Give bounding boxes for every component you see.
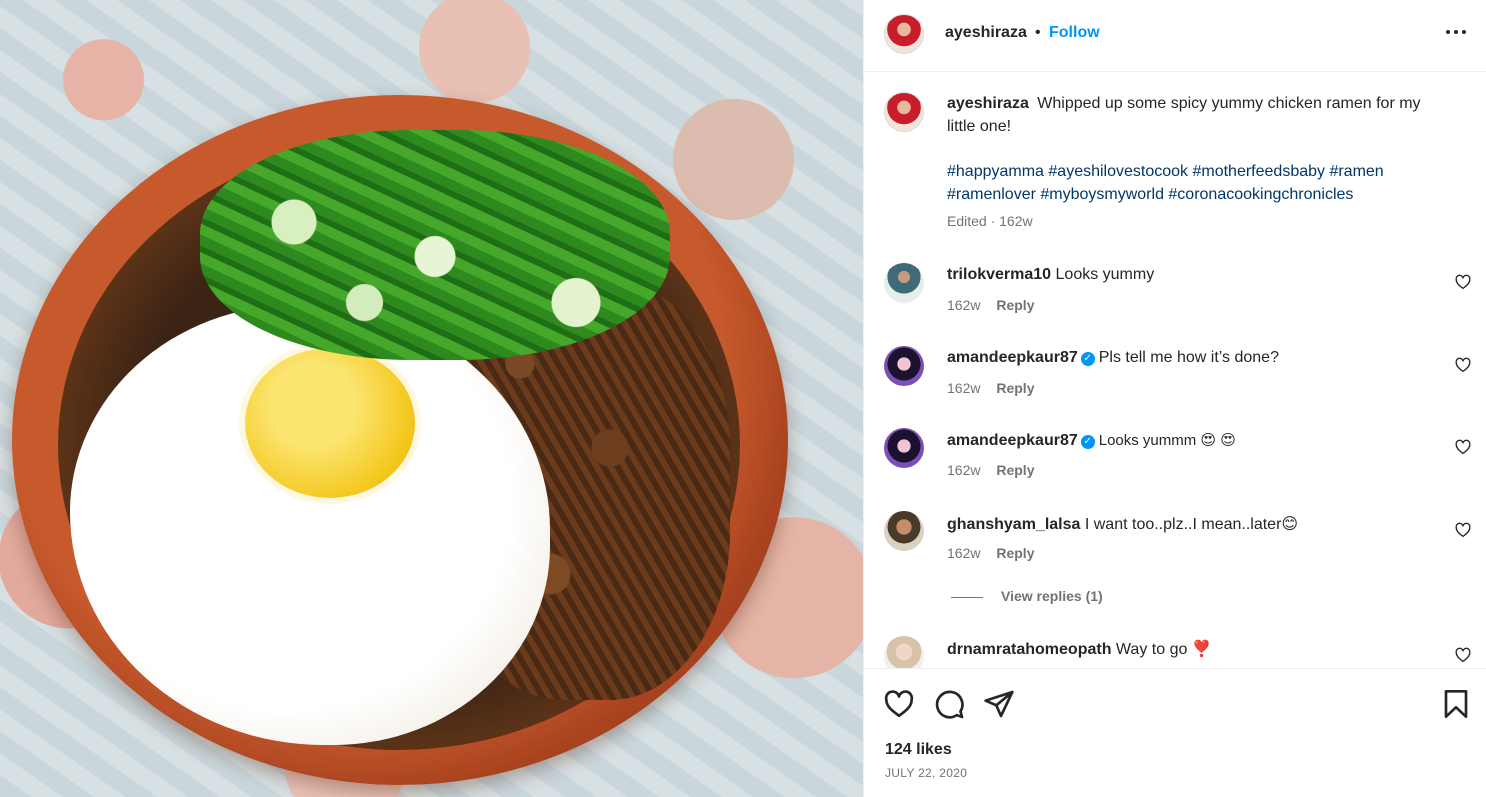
owner-avatar[interactable] (884, 14, 924, 54)
comment-like-icon[interactable] (1454, 356, 1472, 374)
likes-count[interactable]: 124 likes (885, 741, 952, 759)
scallions (200, 130, 670, 360)
comment-meta: 162w Reply (947, 380, 1034, 396)
bookmark-icon[interactable] (1440, 688, 1472, 720)
reply-button[interactable]: Reply (996, 545, 1034, 561)
view-replies-button[interactable]: View replies (1) (951, 588, 1103, 604)
comment-time: 162w (947, 297, 981, 313)
commenter-username[interactable]: ghanshyam_lalsa (947, 516, 1080, 533)
caption-username[interactable]: ayeshiraza (947, 95, 1029, 112)
commenter-avatar[interactable] (884, 428, 924, 468)
comment-item: ghanshyam_lalsa I want too..plz..I mean.… (864, 511, 1486, 581)
egg-yolk (245, 348, 415, 498)
post-date[interactable]: JULY 22, 2020 (885, 766, 967, 780)
view-replies-label: View replies (1) (1001, 588, 1103, 604)
comment-like-icon[interactable] (1454, 521, 1472, 539)
commenter-username[interactable]: amandeepkaur87 (947, 432, 1078, 449)
comment-text: Way to go ❣️ (1115, 641, 1212, 658)
verified-badge-icon: ✓ (1080, 435, 1095, 449)
comment-time: 162w (947, 462, 981, 478)
comment-body: ghanshyam_lalsa I want too..plz..I mean.… (947, 514, 1298, 534)
comment-like-icon[interactable] (1454, 646, 1472, 664)
comment-item: trilokverma10 Looks yummy 162w Reply (864, 263, 1486, 333)
separator-dot: • (1035, 24, 1041, 41)
comment-icon[interactable] (933, 688, 965, 720)
comment-body: drnamratahomeopath Way to go ❣️ (947, 639, 1212, 659)
heart-icon[interactable] (883, 688, 915, 720)
follow-button[interactable]: Follow (1049, 24, 1100, 42)
comment-item: amandeepkaur87 ✓ Pls tell me how it’s done… (864, 346, 1486, 416)
commenter-avatar[interactable] (884, 636, 924, 668)
caption-edited-time: Edited · 162w (947, 213, 1033, 229)
send-icon[interactable] (983, 688, 1015, 720)
comment-text: Looks yummy (1055, 266, 1155, 283)
verified-badge-icon: ✓ (1080, 352, 1095, 366)
divider (951, 596, 983, 598)
caption-hashtags[interactable]: #happyamma #ayeshilovestocook #motherfee… (947, 160, 1457, 206)
owner-username[interactable]: ayeshiraza (945, 24, 1027, 42)
comment-time: 162w (947, 380, 981, 396)
reply-button[interactable]: Reply (996, 462, 1034, 478)
comment-meta: 162w Reply (947, 462, 1034, 478)
comment-like-icon[interactable] (1454, 438, 1472, 456)
post-header: ayeshiraza • Follow (864, 0, 1486, 72)
comment-meta: 162w Reply (947, 545, 1034, 561)
comment-text: Pls tell me how it’s done? (1098, 349, 1279, 366)
more-horizontal-icon (1446, 30, 1450, 34)
comment-body: amandeepkaur87 ✓ Pls tell me how it’s done… (947, 349, 1279, 367)
comment-body: amandeepkaur87 ✓ Looks yummm 😍 😍 (947, 431, 1236, 450)
post-photo[interactable] (0, 0, 863, 797)
post-side-panel: ayeshiraza • Follow ayeshiraza Whipped u… (863, 0, 1486, 797)
comment-text: I want too..plz..I mean..later😊 (1084, 516, 1299, 533)
commenter-username[interactable]: amandeepkaur87 (947, 349, 1078, 366)
reply-button[interactable]: Reply (996, 297, 1034, 313)
more-options-button[interactable] (1442, 18, 1470, 46)
caption: ayeshiraza Whipped up some spicy yummy c… (947, 92, 1447, 138)
comment-like-icon[interactable] (1454, 273, 1472, 291)
commenter-avatar[interactable] (884, 263, 924, 303)
reply-button[interactable]: Reply (996, 380, 1034, 396)
post-actions-bar: 124 likes JULY 22, 2020 (864, 668, 1486, 797)
commenter-avatar[interactable] (884, 511, 924, 551)
commenter-avatar[interactable] (884, 346, 924, 386)
comment-text: Looks yummm 😍 😍 (1098, 432, 1236, 449)
comment-body: trilokverma10 Looks yummy (947, 266, 1154, 284)
commenter-username[interactable]: drnamratahomeopath (947, 641, 1111, 658)
comment-time: 162w (947, 545, 981, 561)
comment-meta: 162w Reply (947, 297, 1034, 313)
commenter-username[interactable]: trilokverma10 (947, 266, 1051, 283)
caption-avatar[interactable] (884, 92, 924, 132)
comment-item: amandeepkaur87 ✓ Looks yummm 😍 😍 162w Repl… (864, 428, 1486, 498)
comment-item: drnamratahomeopath Way to go ❣️ (864, 636, 1486, 668)
